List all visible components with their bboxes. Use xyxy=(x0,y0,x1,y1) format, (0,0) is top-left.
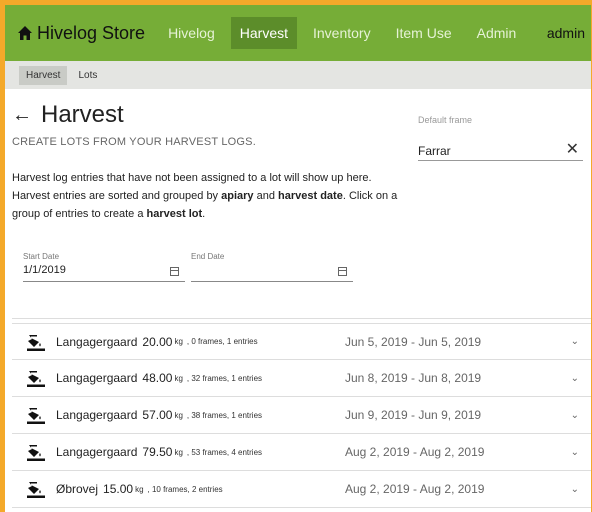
harvest-row[interactable]: Øbrovej 15.00 kg , 10 frames, 2 entries … xyxy=(12,471,591,508)
chevron-down-icon[interactable]: ⌄ xyxy=(571,484,579,495)
nav-admin[interactable]: Admin xyxy=(468,17,526,49)
page-subtitle: CREATE LOTS FROM YOUR HARVEST LOGS. xyxy=(12,136,256,148)
end-date-input[interactable] xyxy=(191,264,353,282)
nav-inventory[interactable]: Inventory xyxy=(304,17,380,49)
weight-unit: kg xyxy=(174,447,183,457)
user-menu[interactable]: admin xyxy=(547,25,585,41)
brand-link[interactable]: Hivelog Store xyxy=(17,23,145,44)
nav-hivelog[interactable]: Hivelog xyxy=(159,17,224,49)
harvest-row[interactable]: Langagergaard 20.00 kg , 0 frames, 1 ent… xyxy=(12,323,591,360)
brand-name: Hivelog Store xyxy=(37,22,146,43)
home-icon xyxy=(18,26,32,40)
app-window: Hivelog Store Hivelog Harvest Inventory … xyxy=(5,5,591,512)
harvest-row[interactable]: Langagergaard 48.00 kg , 32 frames, 1 en… xyxy=(12,360,591,397)
subtab-lots[interactable]: Lots xyxy=(71,66,104,85)
harvest-list: Langagergaard 20.00 kg , 0 frames, 1 ent… xyxy=(12,323,591,508)
apiary-name: Øbrovej xyxy=(56,482,99,496)
close-icon[interactable]: ✕ xyxy=(566,139,579,159)
harvest-weight: 15.00 xyxy=(103,482,134,496)
default-frame-label: Default frame xyxy=(418,115,473,125)
description-line: Harvest log entries that have not been a… xyxy=(12,172,372,184)
paint-bucket-icon xyxy=(27,334,45,351)
harvest-date-range: Jun 8, 2019 - Jun 8, 2019 xyxy=(345,371,482,385)
section-divider xyxy=(12,318,591,319)
harvest-details: , 53 frames, 4 entries xyxy=(186,447,263,457)
subtab-harvest[interactable]: Harvest xyxy=(19,65,68,85)
chevron-down-icon[interactable]: ⌄ xyxy=(571,336,579,347)
page-title: Harvest xyxy=(41,101,124,128)
nav-harvest[interactable]: Harvest xyxy=(230,17,297,49)
harvest-date-range: Jun 5, 2019 - Jun 5, 2019 xyxy=(345,334,482,349)
paint-bucket-icon xyxy=(27,371,45,387)
description-line: Harvest entries are sorted and grouped b… xyxy=(12,190,398,202)
harvest-row[interactable]: Langagergaard 57.00 kg , 38 frames, 1 en… xyxy=(12,397,591,434)
apiary-name: Langagergaard xyxy=(56,334,138,349)
default-frame-field[interactable]: Farrar ✕ xyxy=(418,139,583,161)
harvest-details: , 0 frames, 1 entries xyxy=(186,337,258,346)
chevron-down-icon[interactable]: ⌄ xyxy=(571,410,579,421)
paint-bucket-icon xyxy=(27,408,45,424)
harvest-weight: 57.00 xyxy=(142,408,173,422)
subtab-bar: Harvest Lots xyxy=(5,61,591,89)
description: Harvest log entries that have not been a… xyxy=(12,169,432,223)
nav-item-use[interactable]: Item Use xyxy=(387,17,461,49)
weight-unit: kg xyxy=(135,484,144,494)
default-frame-value: Farrar xyxy=(418,144,451,158)
description-line: group of entries to create a harvest lot… xyxy=(12,208,206,220)
harvest-row[interactable]: Langagergaard 79.50 kg , 53 frames, 4 en… xyxy=(12,434,591,471)
paint-bucket-icon xyxy=(27,445,45,461)
harvest-details: , 38 frames, 1 entries xyxy=(186,410,263,420)
chevron-down-icon[interactable]: ⌄ xyxy=(571,447,579,458)
harvest-details: , 10 frames, 2 entries xyxy=(147,484,223,494)
paint-bucket-icon xyxy=(27,482,45,498)
weight-unit: kg xyxy=(174,410,183,420)
harvest-date-range: Aug 2, 2019 - Aug 2, 2019 xyxy=(345,445,485,459)
calendar-icon[interactable] xyxy=(170,267,179,276)
start-date-label: Start Date xyxy=(23,252,60,261)
chevron-down-icon[interactable]: ⌄ xyxy=(571,373,579,384)
harvest-weight: 20.00 xyxy=(142,334,173,349)
back-arrow-icon[interactable]: ← xyxy=(12,104,32,127)
harvest-weight: 48.00 xyxy=(142,371,173,385)
weight-unit: kg xyxy=(174,337,183,346)
apiary-name: Langagergaard xyxy=(56,445,138,459)
apiary-name: Langagergaard xyxy=(56,408,138,422)
harvest-details: , 32 frames, 1 entries xyxy=(186,373,263,383)
weight-unit: kg xyxy=(174,373,183,383)
harvest-date-range: Aug 2, 2019 - Aug 2, 2019 xyxy=(345,482,485,496)
harvest-date-range: Jun 9, 2019 - Jun 9, 2019 xyxy=(345,408,482,422)
harvest-weight: 79.50 xyxy=(142,445,173,459)
start-date-value: 1/1/2019 xyxy=(23,264,66,276)
apiary-name: Langagergaard xyxy=(56,371,138,385)
calendar-icon[interactable] xyxy=(338,267,347,276)
start-date-input[interactable]: 1/1/2019 xyxy=(23,264,185,282)
title-row: ← Harvest xyxy=(12,101,124,129)
top-navbar: Hivelog Store Hivelog Harvest Inventory … xyxy=(5,5,591,61)
end-date-label: End Date xyxy=(191,252,225,261)
